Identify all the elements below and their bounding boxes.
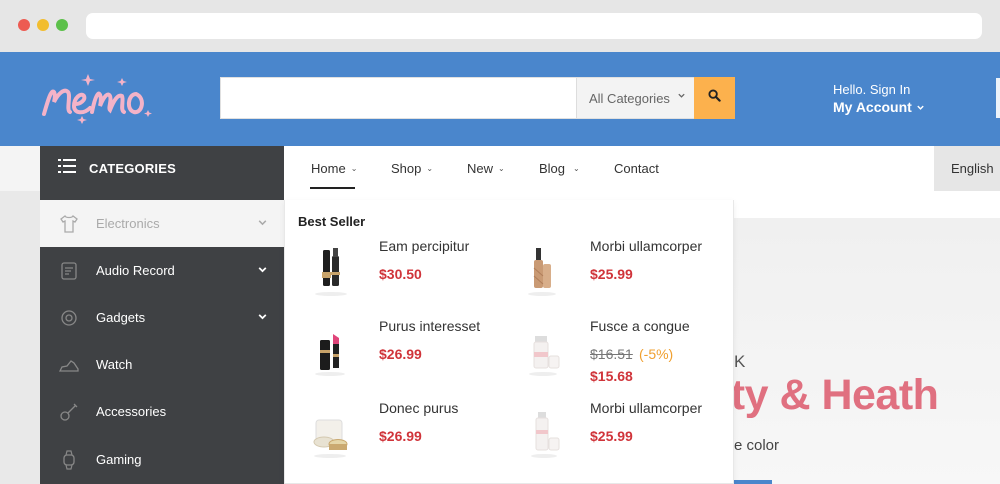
product-price: $26.99 (379, 346, 422, 362)
sidebar-item-label: Watch (96, 357, 133, 372)
guitar-icon (59, 402, 79, 422)
nav-home-label: Home (311, 161, 346, 176)
product-card[interactable]: Fusce a congue $16.51 (-5%) $15.68 (509, 318, 719, 396)
sidebar-item-label: Gaming (96, 452, 142, 467)
address-bar[interactable] (86, 13, 982, 39)
window-maximize-dot[interactable] (56, 19, 68, 31)
menu-icon (58, 159, 76, 178)
product-old-price: $16.51 (590, 346, 633, 362)
main-menu (284, 146, 934, 191)
product-name[interactable]: Fusce a congue (590, 318, 690, 334)
nav-shop[interactable]: Shop ⌄ (391, 146, 433, 191)
sidebar-item-audio-record[interactable]: Audio Record (40, 247, 284, 294)
chevron-down-icon: ⌄ (350, 164, 358, 173)
product-price: $15.68 (590, 368, 633, 384)
watch-icon (59, 449, 79, 470)
chevron-down-icon: ⌄ (498, 164, 505, 173)
shoe-icon (59, 355, 79, 375)
product-image[interactable] (298, 318, 362, 382)
product-discount-badge: (-5%) (639, 346, 674, 362)
product-name[interactable]: Morbi ullamcorper (590, 238, 702, 254)
product-name[interactable]: Morbi ullamcorper (590, 400, 702, 416)
product-name[interactable]: Eam percipitur (379, 238, 469, 254)
chevron-down-icon (257, 310, 268, 325)
search-button[interactable] (694, 77, 735, 119)
sidebar-item-label: Electronics (96, 216, 160, 231)
product-image[interactable] (298, 400, 362, 464)
window-close-dot[interactable] (18, 19, 30, 31)
product-image[interactable] (509, 400, 573, 464)
product-card[interactable]: Eam percipitur $30.50 (298, 238, 508, 316)
nav-active-indicator (310, 187, 355, 189)
chevron-down-icon (257, 263, 268, 278)
product-price: $25.99 (590, 428, 633, 444)
categories-toggle[interactable]: CATEGORIES (40, 146, 284, 191)
window-minimize-dot[interactable] (37, 19, 49, 31)
chevron-down-icon (677, 91, 686, 103)
browser-chrome (0, 0, 1000, 52)
hero-title: uty & Heath (705, 371, 939, 419)
nav-home[interactable]: Home ⌄ (311, 146, 357, 191)
sidebar-item-accessories[interactable]: Accessories (40, 388, 284, 435)
product-card[interactable]: Purus interesset $26.99 (298, 318, 508, 396)
product-price: $30.50 (379, 266, 422, 282)
my-account-link[interactable]: My Account (833, 98, 925, 116)
tshirt-icon (59, 214, 79, 234)
product-name[interactable]: Purus interesset (379, 318, 480, 334)
best-seller-title: Best Seller (298, 214, 366, 229)
product-image[interactable] (298, 238, 362, 302)
header-cart-edge[interactable] (996, 78, 1000, 118)
nav-contact[interactable]: Contact (614, 146, 659, 191)
my-account-label: My Account (833, 99, 912, 115)
product-price: $26.99 (379, 428, 422, 444)
chevron-down-icon (257, 216, 268, 231)
product-name[interactable]: Donec purus (379, 400, 458, 416)
search-bar: All Categories (220, 77, 735, 119)
language-label: English (951, 161, 994, 176)
chevron-down-icon: ⌄ (426, 164, 434, 173)
account-menu[interactable]: Hello. Sign In My Account (833, 82, 925, 116)
sidebar-item-gadgets[interactable]: Gadgets (40, 294, 284, 341)
sidebar-item-label: Gadgets (96, 310, 146, 325)
chevron-down-icon: ⌄ (573, 164, 580, 173)
search-icon (708, 89, 721, 107)
product-image[interactable] (509, 238, 573, 302)
sidebar-item-gaming[interactable]: Gaming (40, 436, 284, 483)
account-greeting[interactable]: Hello. Sign In (833, 82, 925, 98)
audio-icon (59, 261, 79, 281)
product-card[interactable]: Morbi ullamcorper $25.99 (509, 400, 719, 478)
sidebar-item-label: Accessories (96, 404, 167, 419)
hero-shop-button[interactable] (734, 480, 772, 484)
category-select-label: All Categories (589, 90, 670, 106)
product-image[interactable] (509, 318, 573, 382)
chevron-down-icon (916, 99, 925, 115)
categories-label: CATEGORIES (89, 161, 176, 176)
nav-new[interactable]: New ⌄ (467, 146, 505, 191)
nav-blog-label: Blog (539, 161, 566, 176)
nav-new-label: New (467, 161, 494, 176)
nav-shop-label: Shop (391, 161, 422, 176)
sidebar-item-electronics[interactable]: Electronics (40, 200, 284, 247)
language-select[interactable]: English ⌄ (934, 146, 1000, 191)
gadget-icon (59, 308, 79, 328)
nav-blog[interactable]: Blog ⌄ (539, 146, 580, 191)
hero-kicker: K (734, 352, 746, 371)
sidebar-item-label: Audio Record (96, 263, 175, 278)
category-select[interactable]: All Categories (576, 78, 694, 118)
product-card[interactable]: Donec purus $26.99 (298, 400, 508, 478)
nav-contact-label: Contact (614, 161, 659, 176)
sidebar-item-watch[interactable]: Watch (40, 341, 284, 388)
search-input[interactable] (221, 78, 575, 118)
nemo-logo[interactable] (38, 70, 158, 128)
product-price: $25.99 (590, 266, 633, 282)
product-card[interactable]: Morbi ullamcorper $25.99 (509, 238, 719, 316)
hero-subtitle: e color (734, 437, 780, 454)
